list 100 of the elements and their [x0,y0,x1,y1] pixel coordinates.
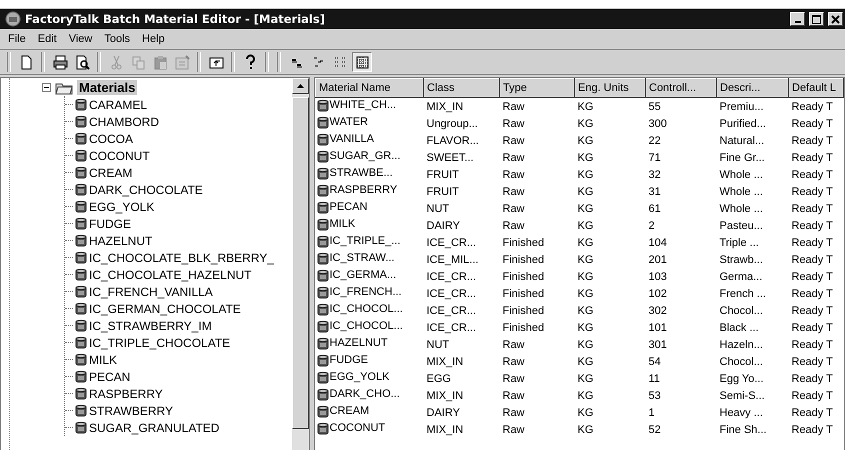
table-cell: Whole ... [720,186,763,198]
table-cell: IC_TRIPLE_... [330,235,400,247]
table-cell: Ready T [792,202,833,214]
tree-item[interactable]: Materials [77,80,138,95]
table-cell: 102 [648,288,667,300]
table-cell: Chocol... [720,356,763,368]
table-cell: Finished [502,304,544,316]
menu-item[interactable]: Edit [32,33,63,45]
tree-item[interactable]: IC_FRENCH_VANILLA [87,284,215,298]
container-icon [75,234,87,247]
table-cell: 71 [648,152,661,164]
table-cell: Ready T [792,134,833,146]
tree-item[interactable]: PECAN [87,370,132,384]
tree-item[interactable]: CARAMEL [87,98,150,112]
app-icon [5,11,21,27]
collapse-icon[interactable] [42,83,51,92]
container-icon [316,184,328,196]
column-header[interactable]: Eng. Units [574,78,646,98]
tree-item[interactable]: FUDGE [87,216,133,230]
table-cell: KG [578,236,594,248]
table-cell: KG [578,322,594,334]
tree-item[interactable]: IC_CHOCOLATE_HAZELNUT [87,268,254,282]
table-cell: DAIRY [426,406,460,418]
maximize-button[interactable] [809,12,824,26]
container-icon [75,132,87,145]
tree-item[interactable]: HAZELNUT [87,234,154,248]
minimize-button[interactable] [790,12,805,26]
container-icon [75,166,87,179]
table-cell: KG [578,254,594,266]
table-cell: IC_STRAW... [330,252,394,264]
table-cell: Raw [502,202,525,214]
printer-icon [52,54,68,70]
table-cell: Purified... [720,118,766,130]
tree-item[interactable]: IC_GERMAN_CHOCOLATE [87,302,243,316]
close-button[interactable] [828,12,843,26]
menu-item[interactable]: Help [136,33,171,45]
container-icon [75,353,87,366]
tree-item[interactable]: IC_CHOCOLATE_BLK_RBERRY_ [87,250,276,264]
table-cell: Finished [502,288,544,300]
tree-item[interactable]: MILK [87,352,120,366]
table-cell: MILK [330,218,356,230]
tree-item[interactable]: EGG_YOLK [87,200,156,214]
tree-item[interactable]: SUGAR_GRANULATED [87,420,222,434]
table-cell: EGG_YOLK [330,371,390,383]
container-icon [316,354,328,366]
table-cell: Ready T [792,304,833,316]
column-header[interactable]: Controll... [646,78,716,98]
table-cell: French ... [720,288,766,300]
table-cell: Raw [502,338,525,350]
table-cell: KG [578,406,594,418]
table-cell: KG [578,390,594,402]
container-icon [75,370,87,383]
scroll-up-button[interactable] [292,78,309,94]
menu-item[interactable]: File [2,33,32,45]
menu-item[interactable]: View [62,33,98,45]
table-cell: KG [578,118,594,130]
tree-item[interactable]: RASPBERRY [87,386,165,400]
tree-item[interactable]: CHAMBORD [87,114,162,128]
table-cell: Ungroup... [426,118,478,130]
column-header[interactable]: Class [424,78,500,98]
column-header[interactable]: Material Name [316,78,424,98]
toolbar-button[interactable] [352,52,372,72]
container-icon [75,115,87,128]
tree-item[interactable]: COCOA [87,132,136,146]
table-cell: Whole ... [720,168,763,180]
table-cell: KG [578,134,594,146]
table-cell: ICE_CR... [426,322,476,334]
up-arrow-icon [297,84,304,88]
table-cell: Pasteu... [720,220,763,232]
menu-item[interactable]: Tools [98,33,136,45]
column-header[interactable]: Default L [788,78,844,98]
table-cell: KG [578,152,594,164]
tree-item[interactable]: DARK_CHOCOLATE [87,182,205,196]
container-icon [75,200,87,213]
table-cell: FLAVOR... [426,134,479,146]
container-icon [75,404,87,417]
preview-icon [74,54,90,70]
table-cell: MIX_IN [426,424,464,436]
tree-item[interactable]: IC_STRAWBERRY_IM [87,318,214,332]
tree-item[interactable]: COCONUT [87,148,152,162]
container-icon [316,234,328,248]
column-header[interactable]: Type [500,78,574,98]
table-cell: IC_GERMA... [330,269,396,281]
table-cell: KG [578,356,594,368]
close-icon [831,14,840,24]
tree-item[interactable]: STRAWBERRY [87,404,176,418]
table-cell: Ready T [792,152,833,164]
container-icon [316,320,328,332]
table-cell: KG [578,100,594,112]
column-header[interactable]: Descri... [716,78,788,98]
table-cell: Raw [502,186,525,198]
table-cell: KG [578,220,594,232]
table-cell: Fine Gr... [720,152,765,164]
tree-item[interactable]: IC_TRIPLE_CHOCOLATE [87,336,232,350]
table-cell: Finished [502,270,544,282]
container-icon [316,286,328,298]
table-cell: Ready T [792,322,833,334]
container-icon [75,183,87,196]
tree-item[interactable]: CREAM [87,166,134,180]
table-cell: 302 [648,304,667,316]
